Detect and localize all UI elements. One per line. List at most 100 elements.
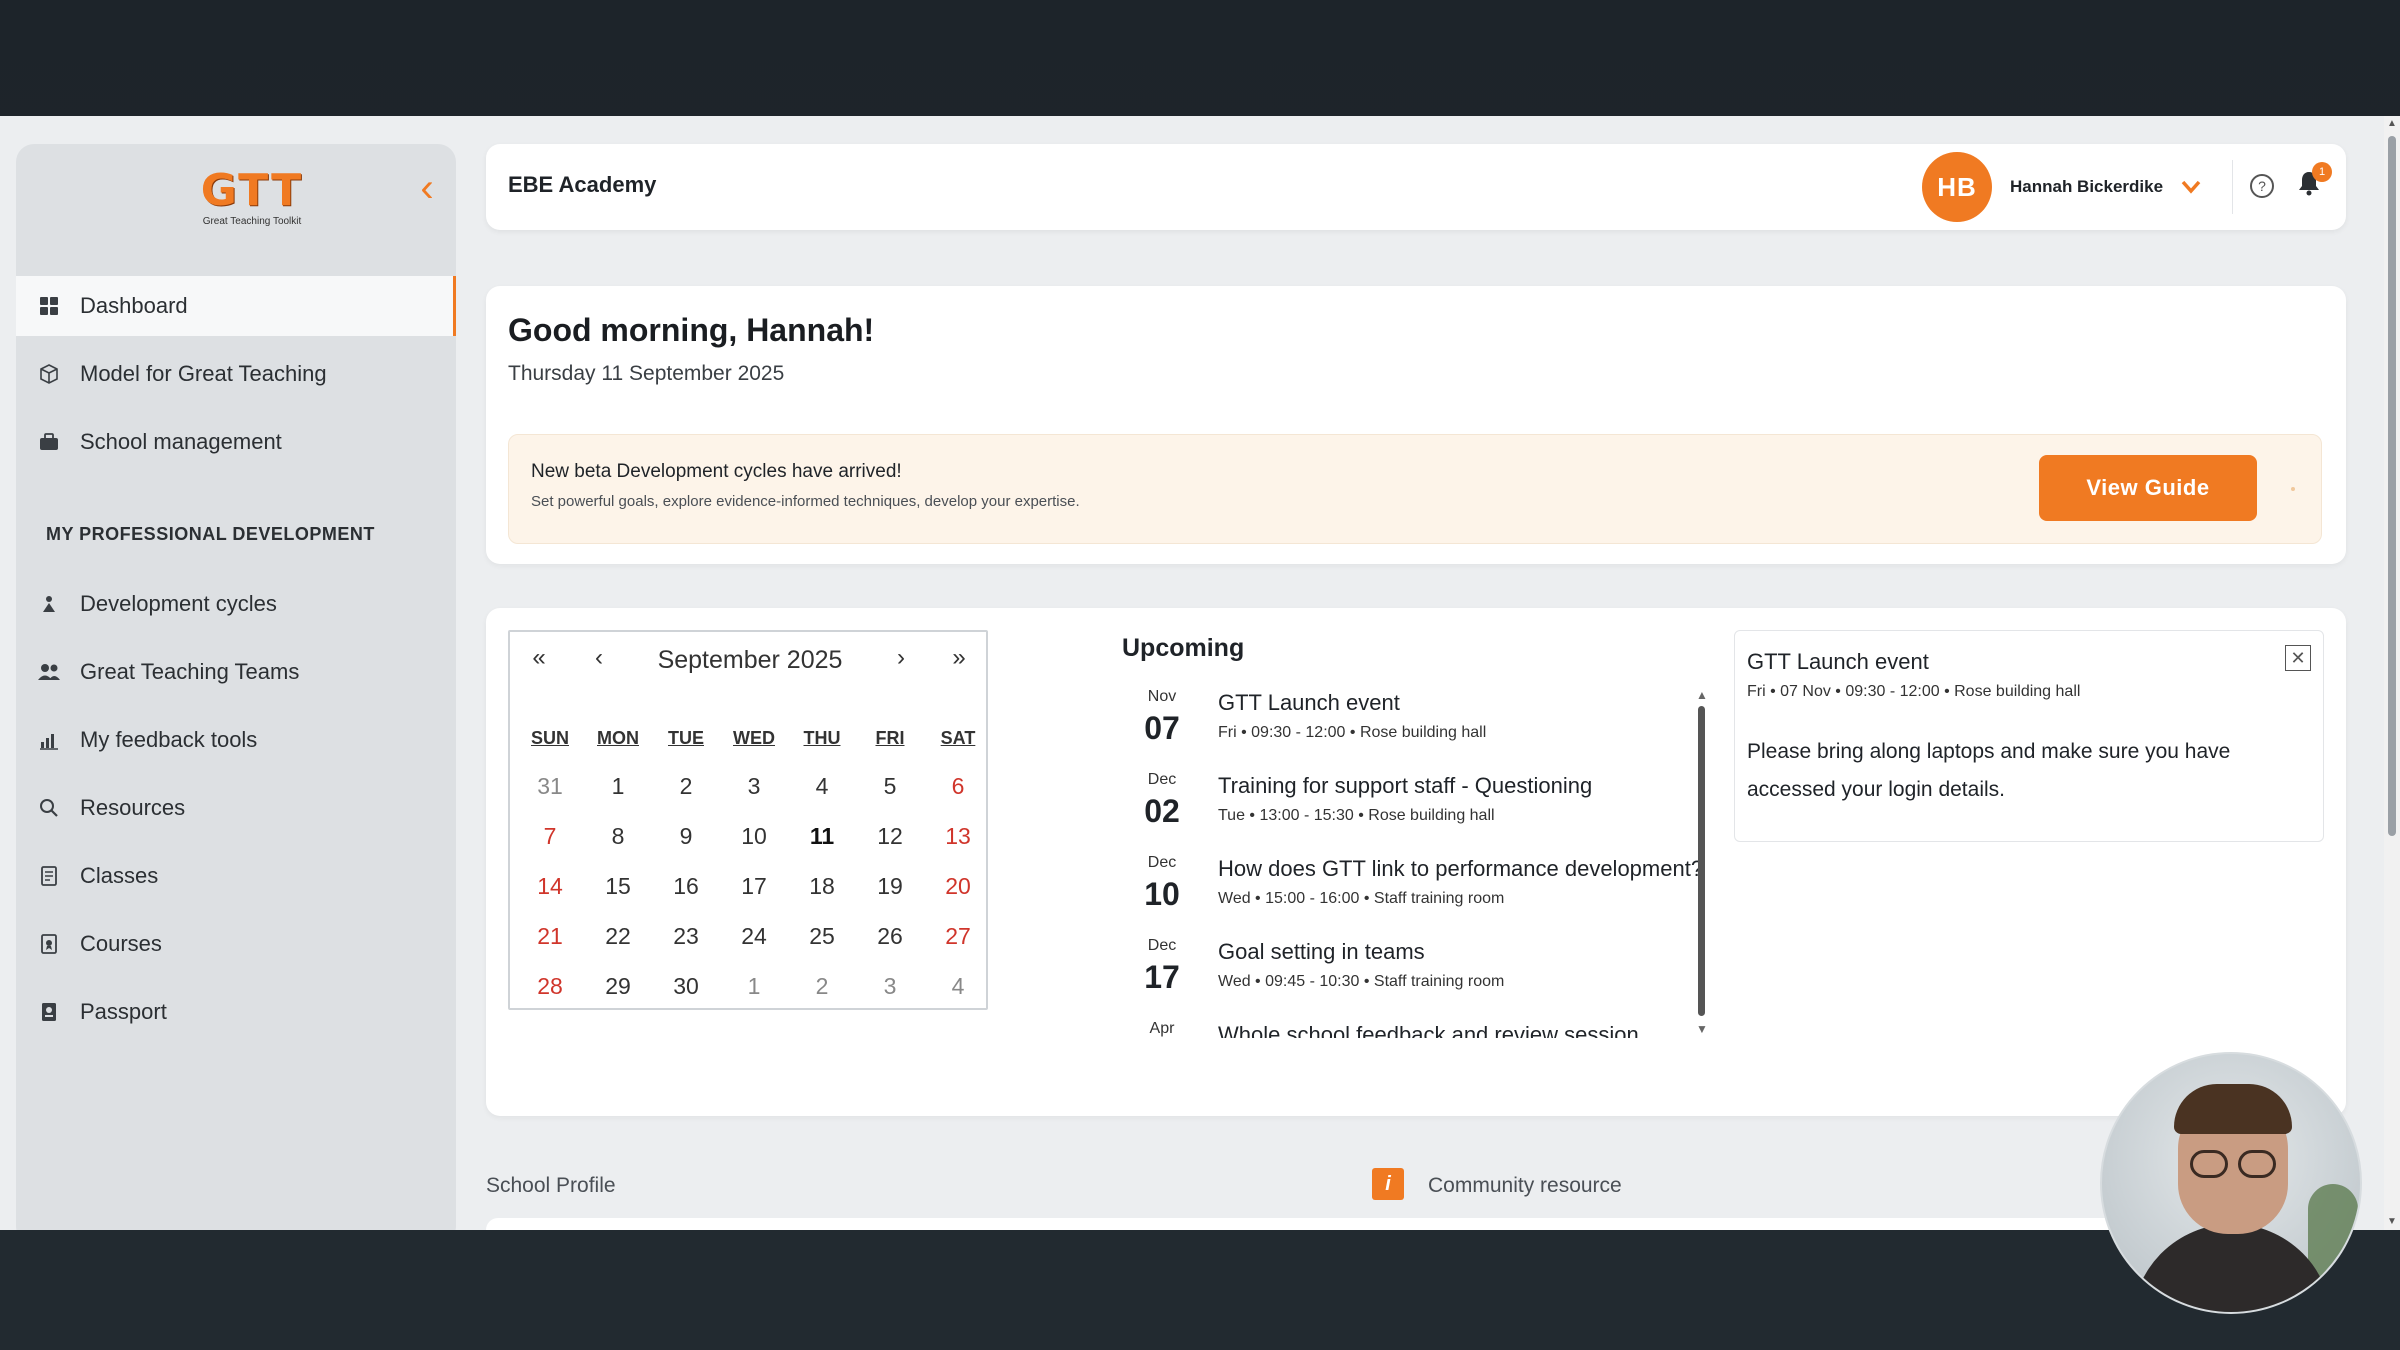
community-resource-label: Community resource bbox=[1428, 1174, 1622, 1197]
sidebar-item-feedback-tools[interactable]: My feedback tools bbox=[16, 710, 456, 770]
page-scroll-up-icon[interactable]: ▲ bbox=[2387, 118, 2397, 129]
sidebar-item-passport[interactable]: Passport bbox=[16, 982, 456, 1042]
scroll-up-arrow-icon[interactable]: ▲ bbox=[1696, 688, 1708, 702]
close-icon[interactable]: ✕ bbox=[2285, 645, 2311, 671]
scroll-down-arrow-icon[interactable]: ▼ bbox=[1696, 1022, 1708, 1036]
calendar-day[interactable]: 24 bbox=[720, 914, 788, 958]
help-icon[interactable]: ? bbox=[2250, 174, 2274, 198]
calendar-day[interactable]: 1 bbox=[720, 964, 788, 1008]
sidebar-item-dashboard[interactable]: Dashboard bbox=[16, 276, 456, 336]
calendar-day[interactable]: 2 bbox=[788, 964, 856, 1008]
search-icon bbox=[38, 797, 60, 819]
calendar-day[interactable]: 4 bbox=[924, 964, 992, 1008]
logo[interactable]: GTT Great Teaching Toolkit bbox=[182, 166, 322, 236]
sidebar-item-development-cycles[interactable]: Development cycles bbox=[16, 574, 456, 634]
bottom-frame bbox=[0, 1230, 2400, 1350]
calendar-day[interactable]: 10 bbox=[720, 814, 788, 858]
sidebar-item-classes[interactable]: Classes bbox=[16, 846, 456, 906]
calendar-day[interactable]: 17 bbox=[720, 864, 788, 908]
calendar-day[interactable]: 8 bbox=[584, 814, 652, 858]
calendar-upcoming-card: « ‹ September 2025 › » SUN MON TUE WED THU FR… bbox=[486, 608, 2346, 1116]
user-name: Hannah Bickerdike bbox=[2010, 177, 2164, 196]
calendar-day[interactable]: 25 bbox=[788, 914, 856, 958]
calendar-day[interactable]: 13 bbox=[924, 814, 992, 858]
events-scrollbar[interactable]: ▲ ▼ bbox=[1696, 688, 1708, 1036]
section-title-professional-development: MY PROFESSIONAL DEVELOPMENT bbox=[46, 524, 375, 544]
header-divider bbox=[2232, 160, 2233, 214]
view-guide-button[interactable]: View Guide bbox=[2039, 455, 2257, 521]
calendar-day[interactable]: 11 bbox=[788, 814, 856, 858]
event-title: Goal setting in teams bbox=[1218, 939, 1425, 964]
sidebar-item-school-management[interactable]: School management bbox=[16, 412, 456, 472]
bar-chart-icon bbox=[38, 729, 60, 751]
calendar-day[interactable]: 18 bbox=[788, 864, 856, 908]
calendar-day[interactable]: 7 bbox=[516, 814, 584, 858]
sidebar-item-great-teaching-teams[interactable]: Great Teaching Teams bbox=[16, 642, 456, 702]
event-day: 17 bbox=[1144, 959, 1180, 995]
calendar-day[interactable]: 19 bbox=[856, 864, 924, 908]
greeting-title: Good morning, Hannah! bbox=[508, 312, 875, 348]
calendar-day[interactable]: 23 bbox=[652, 914, 720, 958]
calendar-day[interactable]: 22 bbox=[584, 914, 652, 958]
calendar-day[interactable]: 5 bbox=[856, 764, 924, 808]
collapse-sidebar-button[interactable]: ‹ bbox=[412, 168, 442, 208]
webcam-glasses-right bbox=[2238, 1150, 2276, 1178]
calendar-day[interactable]: 15 bbox=[584, 864, 652, 908]
event-day: 02 bbox=[1144, 793, 1180, 829]
calendar-day[interactable]: 16 bbox=[652, 864, 720, 908]
upcoming-title: Upcoming bbox=[1122, 634, 1245, 662]
webcam-glasses-left bbox=[2190, 1150, 2228, 1178]
logo-subtitle: Great Teaching Toolkit bbox=[202, 216, 302, 227]
calendar-day[interactable]: 31 bbox=[516, 764, 584, 808]
event-item[interactable]: Dec 17 Goal setting in teams Wed • 09:45 - … bbox=[1122, 937, 2182, 1019]
webcam-body bbox=[2132, 1224, 2332, 1312]
calendar-day[interactable]: 14 bbox=[516, 864, 584, 908]
scroll-thumb[interactable] bbox=[1698, 706, 1705, 1016]
beta-banner: New beta Development cycles have arrived… bbox=[508, 434, 2322, 544]
webcam-hair bbox=[2174, 1084, 2292, 1134]
sidebar: GTT Great Teaching Toolkit ‹ Dashboard M… bbox=[16, 144, 456, 1230]
event-detail-panel: GTT Launch event Fri • 07 Nov • 09:30 - … bbox=[1734, 630, 2324, 842]
sidebar-item-model[interactable]: Model for Great Teaching bbox=[16, 344, 456, 404]
event-detail-body: Please bring along laptops and make sure… bbox=[1747, 740, 2231, 801]
next-month-button[interactable]: › bbox=[886, 644, 916, 672]
calendar-day[interactable]: 28 bbox=[516, 964, 584, 1008]
notification-badge: 1 bbox=[2312, 162, 2332, 182]
calendar-day[interactable]: 26 bbox=[856, 914, 924, 958]
calendar-day[interactable]: 12 bbox=[856, 814, 924, 858]
calendar-day[interactable]: 6 bbox=[924, 764, 992, 808]
calendar-day[interactable]: 9 bbox=[652, 814, 720, 858]
calendar-day[interactable]: 4 bbox=[788, 764, 856, 808]
page-scroll-thumb[interactable] bbox=[2388, 136, 2396, 836]
sidebar-item-label: Development cycles bbox=[80, 591, 277, 616]
calendar-day[interactable]: 3 bbox=[856, 964, 924, 1008]
calendar-day[interactable]: 27 bbox=[924, 914, 992, 958]
event-item[interactable]: Dec 10 How does GTT link to performance de… bbox=[1122, 854, 2182, 936]
calendar-day[interactable]: 3 bbox=[720, 764, 788, 808]
page-scrollbar[interactable]: ▲ ▼ bbox=[2384, 116, 2400, 1230]
sidebar-item-label: Resources bbox=[80, 795, 186, 820]
school-profile-label: School Profile bbox=[486, 1174, 616, 1197]
banner-dismiss-dot[interactable] bbox=[2291, 487, 2295, 491]
page-scroll-down-icon[interactable]: ▼ bbox=[2387, 1216, 2397, 1227]
calendar-day[interactable]: 1 bbox=[584, 764, 652, 808]
calendar-day[interactable]: 21 bbox=[516, 914, 584, 958]
event-title: Training for support staff - Questioning bbox=[1218, 773, 1593, 798]
weekday-header: FRI bbox=[875, 728, 905, 748]
sidebar-item-resources[interactable]: Resources bbox=[16, 778, 456, 838]
event-item[interactable]: Apr05Whole school feedback and review se… bbox=[1122, 1020, 2182, 1038]
calendar-day[interactable]: 20 bbox=[924, 864, 992, 908]
next-year-button[interactable]: » bbox=[944, 644, 974, 672]
banner-title: New beta Development cycles have arrived… bbox=[531, 461, 902, 482]
event-month: Dec bbox=[1147, 854, 1177, 871]
sidebar-item-courses[interactable]: Courses bbox=[16, 914, 456, 974]
weekday-header: SUN bbox=[530, 728, 569, 748]
calendar-day[interactable]: 2 bbox=[652, 764, 720, 808]
cube-icon bbox=[38, 363, 60, 385]
calendar-day[interactable]: 29 bbox=[584, 964, 652, 1008]
sidebar-item-label: Passport bbox=[80, 999, 167, 1024]
user-menu[interactable]: HB Hannah Bickerdike bbox=[1922, 150, 2218, 224]
event-meta: Tue • 13:00 - 15:30 • Rose building hall bbox=[1218, 807, 1495, 824]
school-name: EBE Academy bbox=[508, 172, 657, 197]
calendar-day[interactable]: 30 bbox=[652, 964, 720, 1008]
